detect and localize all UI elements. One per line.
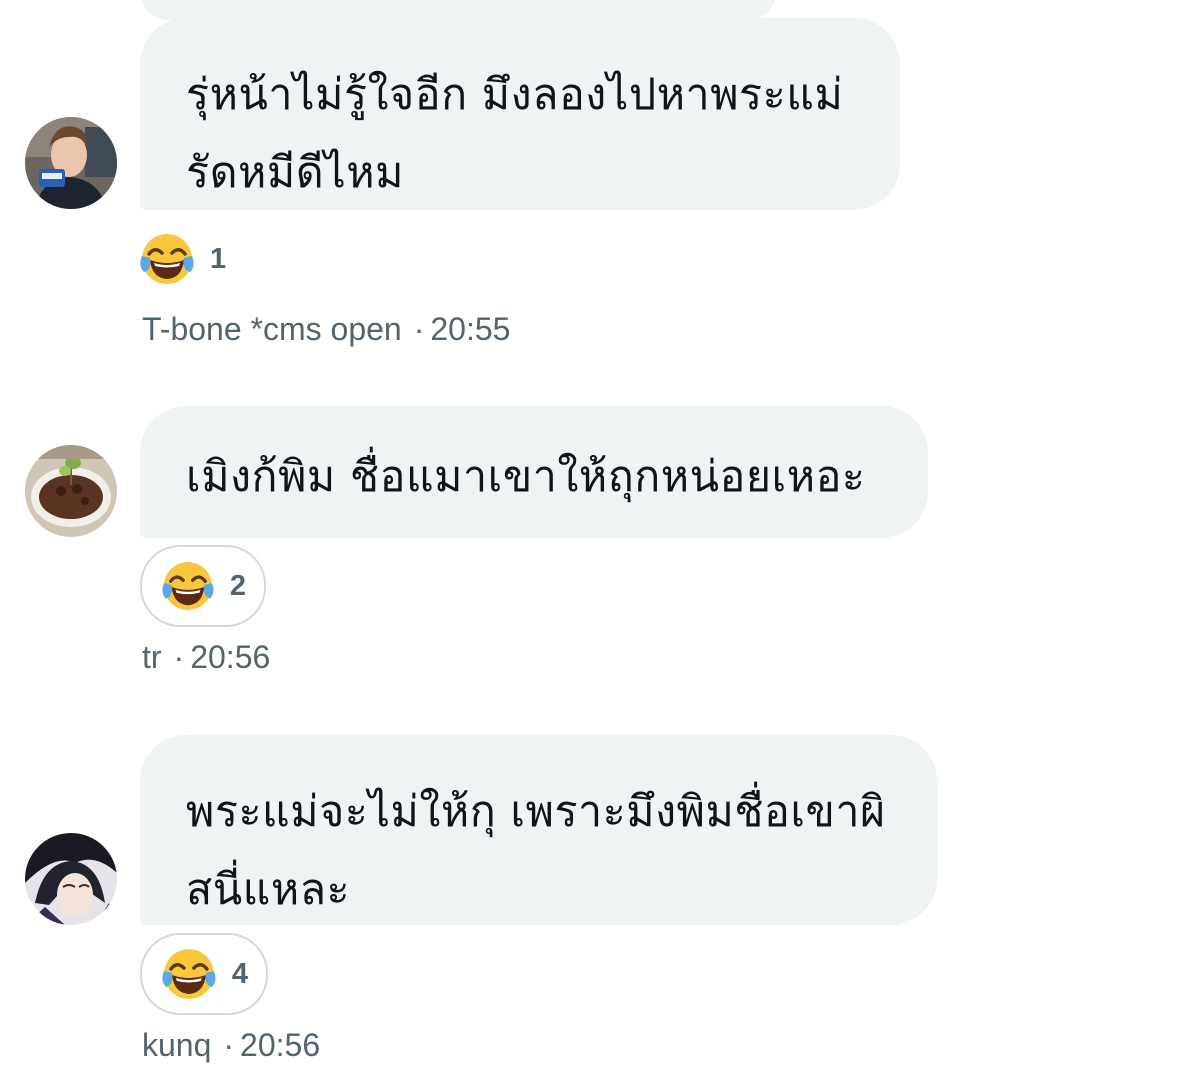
avatar-kunq[interactable] <box>25 833 117 925</box>
message-bubble[interactable]: พระแม่จะไม่ให้กุ เพราะมึงพิมชื่อเขาผิ สน… <box>140 735 937 925</box>
message-meta: kunq · 20:56 <box>142 1027 320 1064</box>
face-with-tears-of-joy-icon <box>140 234 194 284</box>
message-bubble[interactable]: รุ่หน้าไม่รู้ใจอีก มึงลองไปหาพระแม่ รัดห… <box>140 18 900 210</box>
meta-separator: · <box>413 311 425 347</box>
message-text-line: พระแม่จะไม่ให้กุ เพราะมึงพิมชื่อเขาผิ <box>186 787 886 837</box>
reaction-button[interactable]: 1 <box>140 219 226 299</box>
reaction-count: 1 <box>210 242 227 275</box>
sender-name[interactable]: T-bone *cms open <box>142 311 402 347</box>
reaction-count: 2 <box>229 569 246 602</box>
meta-separator: · <box>173 639 185 675</box>
avatar-tr[interactable] <box>25 445 117 537</box>
previous-message-bubble <box>140 0 776 20</box>
sender-name[interactable]: kunq <box>142 1027 211 1063</box>
face-with-tears-of-joy-icon <box>162 561 214 611</box>
message-text-line: สนี่แหละ <box>186 865 351 915</box>
face-with-tears-of-joy-icon <box>162 949 216 999</box>
message-bubble[interactable]: เมิงก้พิม ชื่อแมาเขาให้ถุกหน่อยเหอะ <box>140 406 928 538</box>
message-meta: T-bone *cms open · 20:55 <box>142 311 510 348</box>
reaction-button[interactable]: 2 <box>140 545 266 627</box>
avatar-image <box>25 833 117 925</box>
avatar-image <box>25 117 117 209</box>
reaction-count: 4 <box>231 957 248 990</box>
avatar-t-bone[interactable] <box>25 117 117 209</box>
message-meta: tr · 20:56 <box>142 639 270 676</box>
message-text-line: รุ่หน้าไม่รู้ใจอีก มึงลองไปหาพระแม่ <box>186 70 844 120</box>
message-time: 20:55 <box>430 311 511 347</box>
reaction-button[interactable]: 4 <box>140 933 268 1015</box>
message-time: 20:56 <box>190 639 271 675</box>
message-text-line: เมิงก้พิม ชื่อแมาเขาให้ถุกหน่อยเหอะ <box>186 452 866 502</box>
message-text-line: รัดหมีดีไหม <box>186 148 404 198</box>
message-time: 20:56 <box>240 1027 321 1063</box>
meta-separator: · <box>223 1027 235 1063</box>
avatar-image <box>25 445 117 537</box>
sender-name[interactable]: tr <box>142 639 162 675</box>
